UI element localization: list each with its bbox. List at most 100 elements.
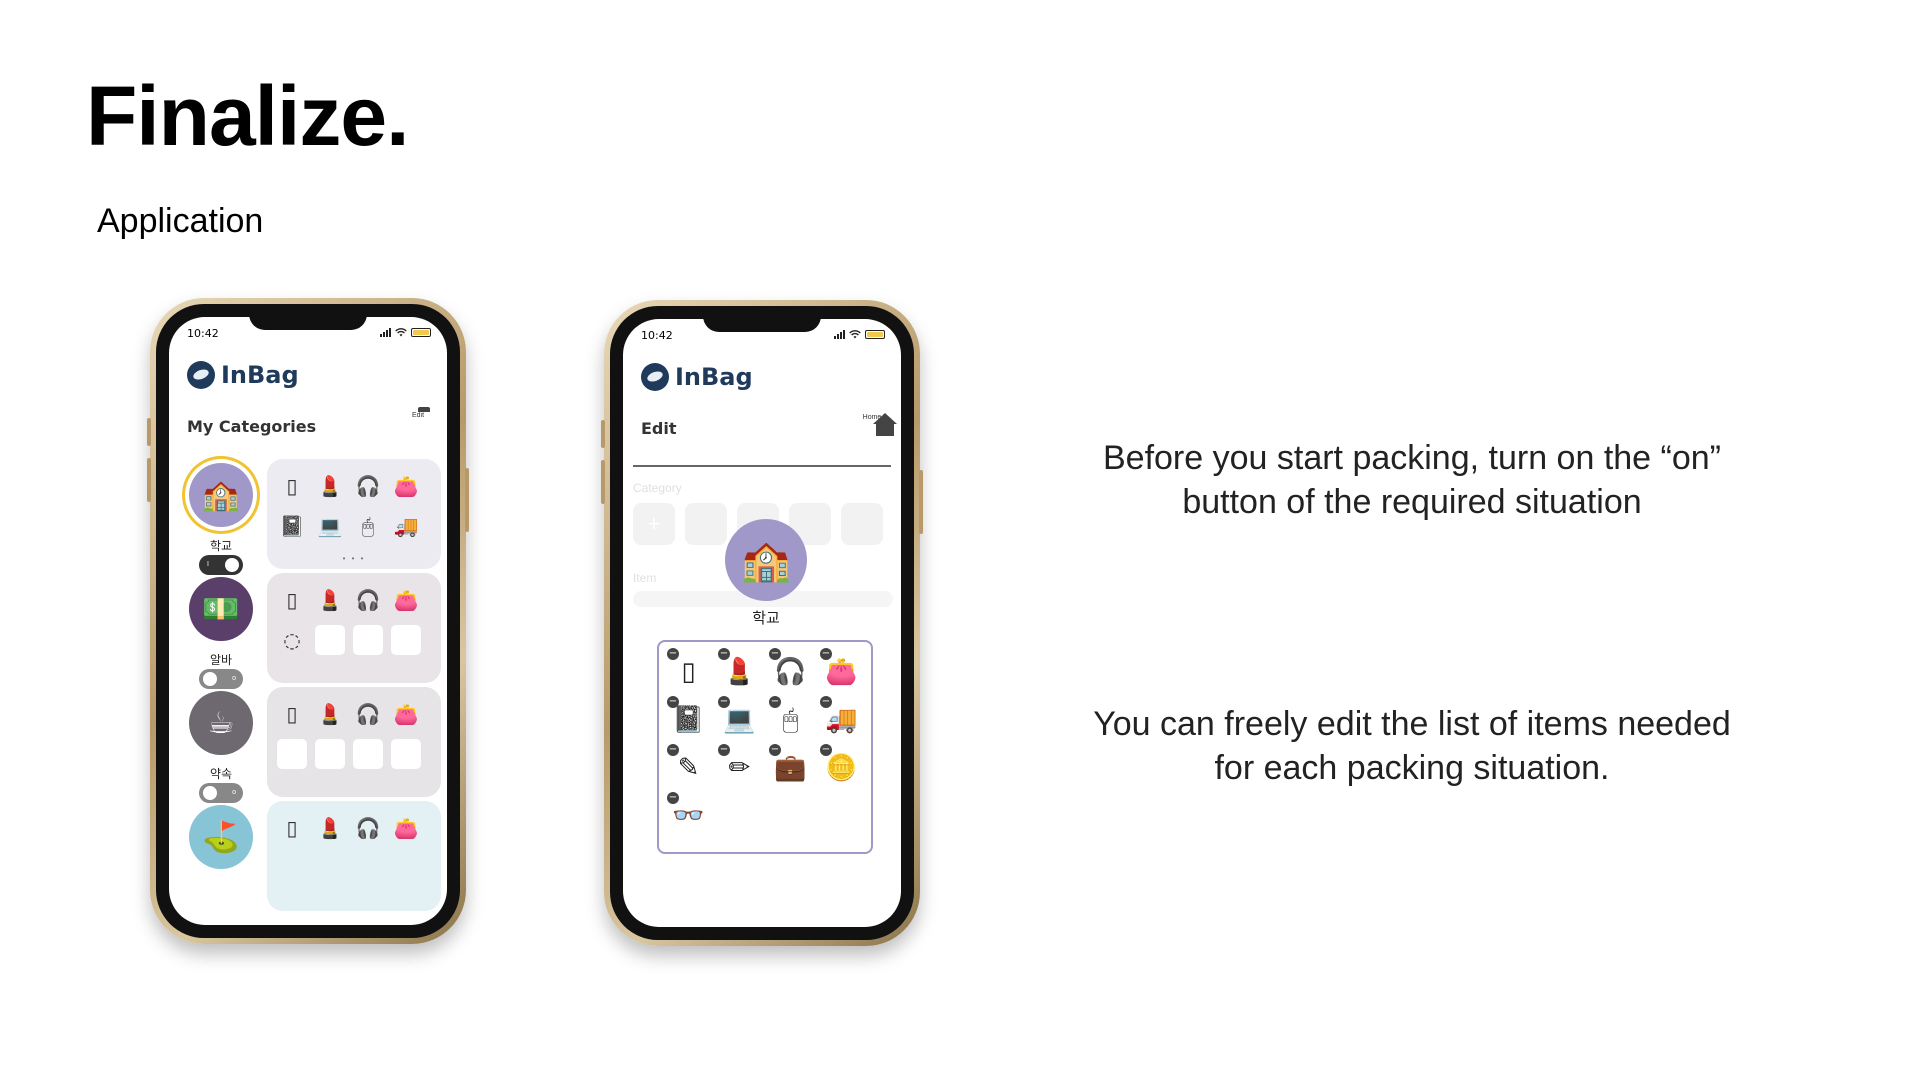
category-items-card[interactable]: ▯ 💄 🎧 👛 — [267, 687, 441, 797]
description-edit: You can freely edit the list of items ne… — [1093, 705, 1731, 787]
phone-notch — [703, 306, 821, 332]
edit-item[interactable]: − ✎ — [663, 744, 714, 792]
category-avatar[interactable]: 💵 — [189, 577, 253, 641]
category-items-card[interactable]: ▯ 💄 🎧 👛 📓 💻 🖱 🚚 • • • — [267, 459, 441, 569]
empty-slot[interactable] — [315, 625, 345, 655]
minus-circle-icon[interactable]: − — [769, 744, 781, 756]
phone-side-button — [147, 418, 151, 446]
add-category-icon: + — [633, 503, 675, 545]
category-thumb — [841, 503, 883, 545]
edit-item[interactable]: − 💄 — [714, 648, 765, 696]
minus-circle-icon[interactable]: − — [820, 648, 832, 660]
inbag-logo-icon — [641, 363, 669, 391]
wallet-icon: 👛 — [393, 816, 419, 840]
earphones-icon: 🎧 — [355, 702, 381, 726]
inbag-logo-icon — [187, 361, 215, 389]
phone-side-button — [147, 458, 151, 502]
phone-side-button — [465, 468, 469, 532]
edit-item[interactable]: − 📓 — [663, 696, 714, 744]
status-time: 10:42 — [187, 327, 219, 340]
lipstick-icon: 💄 — [317, 702, 343, 726]
category-items-card[interactable]: ▯ 💄 🎧 👛 — [267, 801, 441, 911]
category-toggle[interactable]: I — [199, 555, 243, 575]
edit-item[interactable]: − 👓 — [663, 792, 714, 840]
category-toggle[interactable]: o — [199, 783, 243, 803]
empty-slot[interactable] — [391, 625, 421, 655]
empty-slot[interactable] — [353, 739, 383, 769]
empty-slot[interactable] — [277, 739, 307, 769]
edit-item[interactable]: − 👛 — [816, 648, 867, 696]
app-name: InBag — [221, 361, 299, 389]
category-row: 🏫 학교 I ▯ 💄 🎧 👛 📓 💻 🖱 🚚 • • • — [183, 459, 441, 579]
toggle-knob — [225, 558, 239, 572]
home-screen: 10:42 InBag My Categories Edit 🏫 학교 I ▯ … — [169, 317, 447, 925]
minus-circle-icon[interactable]: − — [718, 696, 730, 708]
edit-item[interactable]: − 🖱 — [765, 696, 816, 744]
lipstick-icon: 💄 — [723, 657, 756, 687]
minus-circle-icon[interactable]: − — [820, 696, 832, 708]
edit-button[interactable]: Edit — [403, 411, 433, 419]
app-name: InBag — [675, 363, 753, 391]
section-label: Application — [97, 202, 264, 240]
home-button[interactable]: Home — [857, 413, 887, 421]
app-brand: InBag — [641, 363, 753, 391]
edit-item[interactable]: − 💼 — [765, 744, 816, 792]
page-indicator: • • • — [342, 554, 366, 563]
edit-item[interactable]: − 🎧 — [765, 648, 816, 696]
header-divider — [633, 465, 891, 467]
edit-item[interactable]: − 🚚 — [816, 696, 867, 744]
minus-circle-icon[interactable]: − — [667, 744, 679, 756]
category-toggle[interactable]: o — [199, 669, 243, 689]
toggle-mark: o — [232, 675, 236, 682]
minus-circle-icon[interactable]: − — [667, 648, 679, 660]
phone-icon: ▯ — [681, 657, 696, 687]
category-name: 약속 — [209, 767, 233, 781]
coin-icon: ◌ — [283, 628, 301, 652]
minus-circle-icon[interactable]: − — [769, 648, 781, 660]
phone-side-button — [601, 460, 605, 504]
pen-icon: ✎ — [677, 753, 700, 783]
coffee-icon: ☕ — [207, 706, 235, 740]
phone-notch — [249, 304, 367, 330]
status-time: 10:42 — [641, 329, 673, 342]
category-avatar[interactable]: ☕ — [189, 691, 253, 755]
category-avatar[interactable]: 🏫 — [189, 463, 253, 527]
category-items-card[interactable]: ▯ 💄 🎧 👛 ◌ — [267, 573, 441, 683]
edit-item[interactable]: − 🪙 — [816, 744, 867, 792]
category-thumb — [685, 503, 727, 545]
minus-circle-icon[interactable]: − — [769, 696, 781, 708]
laptop-icon: 💻 — [317, 514, 343, 538]
category-name: 알바 — [209, 653, 233, 667]
coins-icon: 🪙 — [825, 753, 858, 783]
empty-slot[interactable] — [315, 739, 345, 769]
empty-slot[interactable] — [391, 739, 421, 769]
minus-circle-icon[interactable]: − — [667, 696, 679, 708]
toggle-knob — [203, 672, 217, 686]
pencil-icon: ✏ — [728, 753, 751, 783]
edit-item[interactable]: − ▯ — [663, 648, 714, 696]
lipstick-icon: 💄 — [317, 816, 343, 840]
wifi-icon — [849, 330, 861, 339]
wifi-icon — [395, 328, 407, 337]
category-name: 학교 — [752, 609, 780, 627]
minus-circle-icon[interactable]: − — [820, 744, 832, 756]
laptop-icon: 💻 — [723, 705, 756, 735]
notebook-icon: 📓 — [279, 514, 305, 538]
category-avatar[interactable]: ⛳ — [189, 805, 253, 869]
edit-items-panel[interactable]: − ▯ − 💄 − 🎧 − 👛 − 📓 − 💻 − 🖱 − 🚚 − ✎ − ✏ − 💼 − 🪙 − 👓 — [657, 640, 873, 854]
category-avatar[interactable]: 🏫 — [725, 519, 807, 601]
slide-title: Finalize. — [86, 69, 409, 163]
minus-circle-icon[interactable]: − — [667, 792, 679, 804]
empty-slot[interactable] — [353, 625, 383, 655]
category-name: 학교 — [209, 539, 233, 553]
home-header: My Categories Edit — [187, 411, 433, 447]
app-brand: InBag — [187, 361, 299, 389]
phone-icon: ▯ — [286, 474, 298, 498]
edit-item[interactable]: − 💻 — [714, 696, 765, 744]
phone-side-button — [601, 420, 605, 448]
category-row: ☕ 약속 o ▯ 💄 🎧 👛 — [183, 687, 441, 807]
minus-circle-icon[interactable]: − — [718, 648, 730, 660]
edit-item[interactable]: − ✏ — [714, 744, 765, 792]
minus-circle-icon[interactable]: − — [718, 744, 730, 756]
wallet-icon: 👛 — [393, 588, 419, 612]
